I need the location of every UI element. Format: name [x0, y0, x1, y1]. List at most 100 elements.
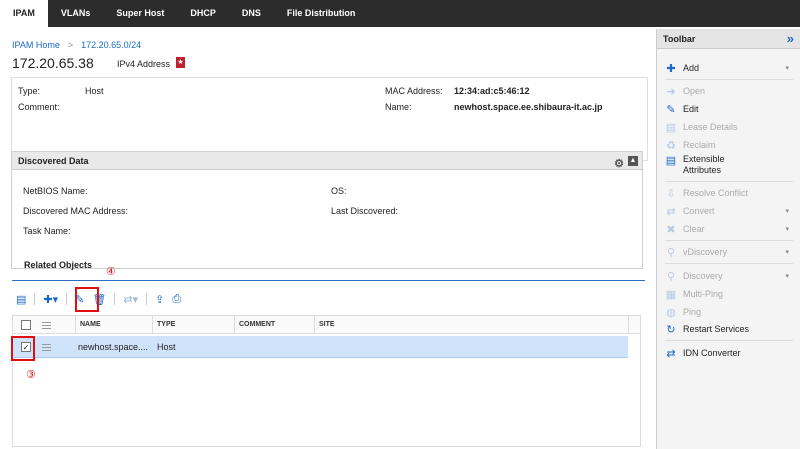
column-menu-icon[interactable] — [42, 322, 51, 329]
toolbar-convert-label: Convert — [683, 206, 715, 216]
toolbar-reclaim[interactable]: ♻ Reclaim — [665, 138, 793, 152]
toolbar-lease-details[interactable]: ▤ Lease Details — [665, 120, 793, 134]
toolbar-edit-label: Edit — [683, 104, 699, 114]
page-title: 172.20.65.38 — [12, 55, 94, 71]
toolbar-ext-attr-label: Extensible Attributes — [683, 154, 725, 175]
toolbar-add-label: Add — [683, 63, 700, 73]
type-value: Host — [85, 86, 104, 96]
search-icon: ⚲ — [666, 246, 676, 259]
tab-dhcp[interactable]: DHCP — [177, 0, 229, 27]
toolbar-lease-label: Lease Details — [683, 122, 738, 132]
related-objects-divider — [12, 280, 645, 281]
toolbar-ping-label: Ping — [683, 307, 702, 317]
collapse-icon[interactable]: » — [787, 29, 794, 49]
toolbar-divider — [34, 293, 36, 305]
callout-3: ③ — [26, 369, 36, 381]
table-row[interactable]: ✓ newhost.space.... Host — [13, 336, 628, 358]
print-icon[interactable]: ⎙ — [172, 293, 181, 306]
related-toolbar: ▤ ✚▾ ✎ 🗑 ⇄▾ ⇪ ⎙ — [16, 291, 189, 307]
mac-value: 12:34:ad:c5:46:12 — [454, 86, 530, 96]
column-type[interactable]: TYPE — [153, 316, 235, 334]
ping-icon: ◍ — [666, 306, 676, 319]
arrow-right-icon: ➜ — [666, 85, 676, 98]
comment-label: Comment: — [18, 102, 60, 112]
toolbar-discovery[interactable]: ⚲ Discovery ▾ — [665, 269, 793, 283]
collapse-up-icon[interactable]: ▲ — [628, 156, 638, 166]
toolbar-extensible-attributes[interactable]: ▤ Extensible Attributes — [665, 154, 793, 176]
discovered-mac-label: Discovered MAC Address: — [23, 206, 129, 216]
breadcrumb-home[interactable]: IPAM Home — [12, 40, 60, 50]
select-all-checkbox[interactable] — [21, 320, 31, 330]
toolbar-edit[interactable]: ✎ Edit — [665, 102, 793, 116]
toolbar-restart-label: Restart Services — [683, 324, 750, 334]
netbios-label: NetBIOS Name: — [23, 186, 88, 196]
toolbar-multiping-label: Multi-Ping — [683, 289, 724, 299]
breadcrumb: IPAM Home >172.20.65.0/24 — [12, 40, 141, 50]
row-menu-icon[interactable] — [42, 344, 51, 351]
tab-super-host[interactable]: Super Host — [103, 0, 177, 27]
toolbar-title: Toolbar — [663, 34, 696, 44]
toolbar-open-label: Open — [683, 86, 706, 96]
object-type-label: IPv4 Address — [117, 59, 171, 69]
convert-icon: ⇄ — [666, 347, 676, 360]
row-type: Host — [157, 342, 176, 352]
grid-header: NAME TYPE COMMENT SITE — [13, 316, 640, 334]
toolbar-clear[interactable]: ✖ Clear ▾ — [665, 222, 793, 236]
details-panel: Type: Host Comment: MAC Address: 12:34:a… — [11, 77, 648, 161]
list-icon: ▤ — [665, 121, 677, 134]
name-value: newhost.space.ee.shibaura-it.ac.jp — [454, 102, 603, 112]
toolbar-resolve-label: Resolve Conflict — [683, 188, 749, 198]
toolbar-divider — [665, 340, 793, 341]
breadcrumb-current[interactable]: 172.20.65.0/24 — [81, 40, 141, 50]
gear-icon[interactable]: ⚙ — [614, 155, 624, 173]
tab-dns[interactable]: DNS — [229, 0, 274, 27]
grid-list-icon[interactable]: ▤ — [16, 293, 26, 306]
tab-ipam[interactable]: IPAM — [0, 0, 48, 27]
toolbar-divider — [66, 293, 68, 305]
add-plus-icon[interactable]: ✚▾ — [43, 293, 58, 306]
dropdown-icon[interactable]: ▾ — [785, 225, 789, 233]
multiping-icon: ▦ — [665, 288, 677, 301]
toolbar-ping[interactable]: ◍ Ping — [665, 305, 793, 319]
convert-icon[interactable]: ⇄▾ — [123, 293, 138, 306]
toolbar-vdiscovery[interactable]: ⚲ vDiscovery ▾ — [665, 245, 793, 259]
callout-4: ④ — [106, 266, 116, 278]
bookmark-icon[interactable]: ★ — [176, 57, 185, 68]
toolbar-discovery-label: Discovery — [683, 271, 723, 281]
discovered-data-header: Discovered Data ⚙ ▲ — [12, 152, 642, 170]
discovered-data-title: Discovered Data — [18, 156, 89, 166]
highlight-checkbox-box — [11, 336, 35, 361]
tab-file-distribution[interactable]: File Distribution — [274, 0, 369, 27]
dropdown-icon[interactable]: ▾ — [785, 272, 789, 280]
toolbar-add[interactable]: ✚ Add ▾ — [665, 61, 793, 75]
search-icon: ⚲ — [666, 270, 676, 283]
os-label: OS: — [331, 186, 347, 196]
highlight-edit-box — [75, 287, 99, 312]
row-name[interactable]: newhost.space.... — [78, 336, 148, 358]
toolbar-reclaim-label: Reclaim — [683, 140, 716, 150]
resolve-icon: ⇩ — [666, 187, 676, 200]
toolbar-multi-ping[interactable]: ▦ Multi-Ping — [665, 287, 793, 301]
clear-icon: ✖ — [666, 223, 676, 236]
dropdown-icon[interactable]: ▾ — [785, 64, 789, 72]
column-comment[interactable]: COMMENT — [235, 316, 315, 334]
toolbar-idn-label: IDN Converter — [683, 348, 741, 358]
export-icon[interactable]: ⇪ — [155, 293, 164, 306]
toolbar-open[interactable]: ➜ Open — [665, 84, 793, 98]
restart-icon: ↻ — [666, 323, 676, 336]
column-site[interactable]: SITE — [315, 316, 629, 334]
toolbar-divider — [114, 293, 116, 305]
toolbar-idn-converter[interactable]: ⇄ IDN Converter — [665, 346, 793, 360]
toolbar-divider — [665, 263, 793, 264]
recycle-icon: ♻ — [666, 139, 676, 152]
column-name[interactable]: NAME — [75, 316, 153, 334]
toolbar-clear-label: Clear — [683, 224, 705, 234]
toolbar-header: Toolbar » — [657, 29, 800, 49]
dropdown-icon[interactable]: ▾ — [785, 248, 789, 256]
tab-vlans[interactable]: VLANs — [48, 0, 104, 27]
toolbar-resolve-conflict[interactable]: ⇩ Resolve Conflict — [665, 186, 793, 200]
dropdown-icon[interactable]: ▾ — [785, 207, 789, 215]
breadcrumb-separator: > — [67, 40, 74, 50]
toolbar-restart-services[interactable]: ↻ Restart Services — [665, 322, 793, 336]
toolbar-convert[interactable]: ⇄ Convert ▾ — [665, 204, 793, 218]
